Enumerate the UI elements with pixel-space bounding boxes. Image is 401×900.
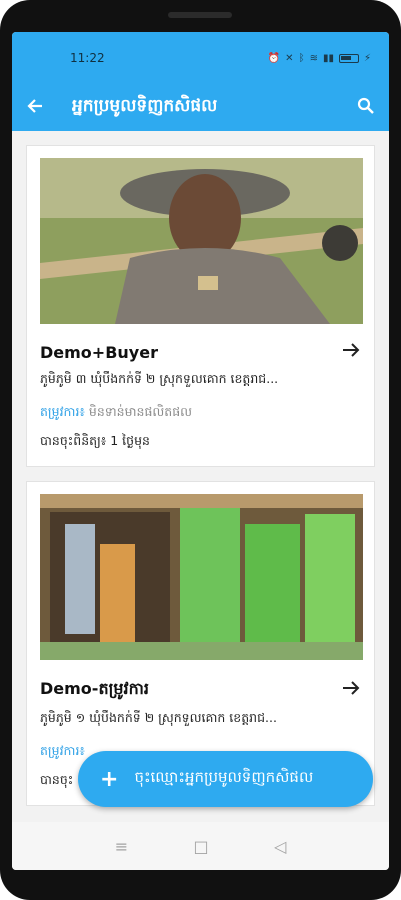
app-bar: អ្នកប្រមូលទិញកសិផល xyxy=(12,84,389,131)
shop-photo xyxy=(40,494,363,660)
status-bar: 11:22 ⏰ ✕ ᛒ ≋ ▮▮ ⚡ xyxy=(12,32,389,84)
register-buyer-button[interactable]: + ចុះឈ្មោះអ្នកប្រមូលទិញកសិផល xyxy=(78,751,373,807)
needs-label: តម្រូវការ៖ xyxy=(40,743,85,758)
buyer-name: Demo-តម្រូវការ xyxy=(40,679,149,698)
alarm-icon: ⏰ xyxy=(267,52,281,64)
search-icon[interactable] xyxy=(351,97,375,119)
buyer-name: Demo+Buyer xyxy=(40,343,158,362)
arrow-right-icon[interactable] xyxy=(342,680,360,701)
needs-label: តម្រូវការ៖ xyxy=(40,404,85,419)
phone-frame: 11:22 ⏰ ✕ ᛒ ≋ ▮▮ ⚡ អ្នកប្រមូលទិញកសិផល De… xyxy=(0,0,401,900)
farmer-photo xyxy=(40,158,363,324)
plus-icon: + xyxy=(100,766,119,792)
registered-time: បានចុះពិនិត្យ៖ 1 ថ្ងៃមុន xyxy=(40,433,150,448)
status-icons: ⏰ ✕ ᛒ ≋ ▮▮ ⚡ xyxy=(268,53,371,64)
mute-icon: ✕ xyxy=(285,52,294,64)
page-title: អ្នកប្រមូលទិញកសិផល xyxy=(72,96,218,116)
charging-icon: ⚡ xyxy=(363,52,371,64)
back-nav-icon[interactable]: ◁ xyxy=(274,837,286,856)
buyer-list[interactable]: Demo+Buyer ភូមិភូមិ ៣ ឃុំបឹងកក់ទី ២ ស្រុ… xyxy=(12,131,389,822)
battery-icon xyxy=(338,53,359,63)
wifi-icon: ≋ xyxy=(309,52,318,64)
speaker-grille xyxy=(168,12,232,18)
arrow-right-icon[interactable] xyxy=(342,342,360,363)
needs-value: មិនទាន់មានផលិតផល xyxy=(88,404,193,419)
home-icon[interactable]: □ xyxy=(193,837,208,856)
buyer-address: ភូមិភូមិ ៣ ឃុំបឹងកក់ទី ២ ស្រុកទួលគោក ខេត… xyxy=(40,371,279,386)
register-buyer-label: ចុះឈ្មោះអ្នកប្រមូលទិញកសិផល xyxy=(134,768,314,786)
menu-icon[interactable]: ≡ xyxy=(115,837,128,856)
screen: 11:22 ⏰ ✕ ᛒ ≋ ▮▮ ⚡ អ្នកប្រមូលទិញកសិផល De… xyxy=(12,32,389,870)
buyer-needs: តម្រូវការ៖ មិនទាន់មានផលិតផល xyxy=(40,404,360,423)
buyer-address: ភូមិភូមិ ១ ឃុំបឹងកក់ទី ២ ស្រុកទួលគោក ខេត… xyxy=(40,710,277,725)
back-arrow-icon[interactable] xyxy=(26,96,54,120)
signal-icon: ▮▮ xyxy=(322,52,334,64)
bluetooth-icon: ᛒ xyxy=(298,52,305,64)
status-time: 11:22 xyxy=(70,51,105,65)
buyer-card[interactable]: Demo+Buyer ភូមិភូមិ ៣ ឃុំបឹងកក់ទី ២ ស្រុ… xyxy=(26,145,375,467)
system-nav-bar: ≡ □ ◁ xyxy=(12,822,389,870)
